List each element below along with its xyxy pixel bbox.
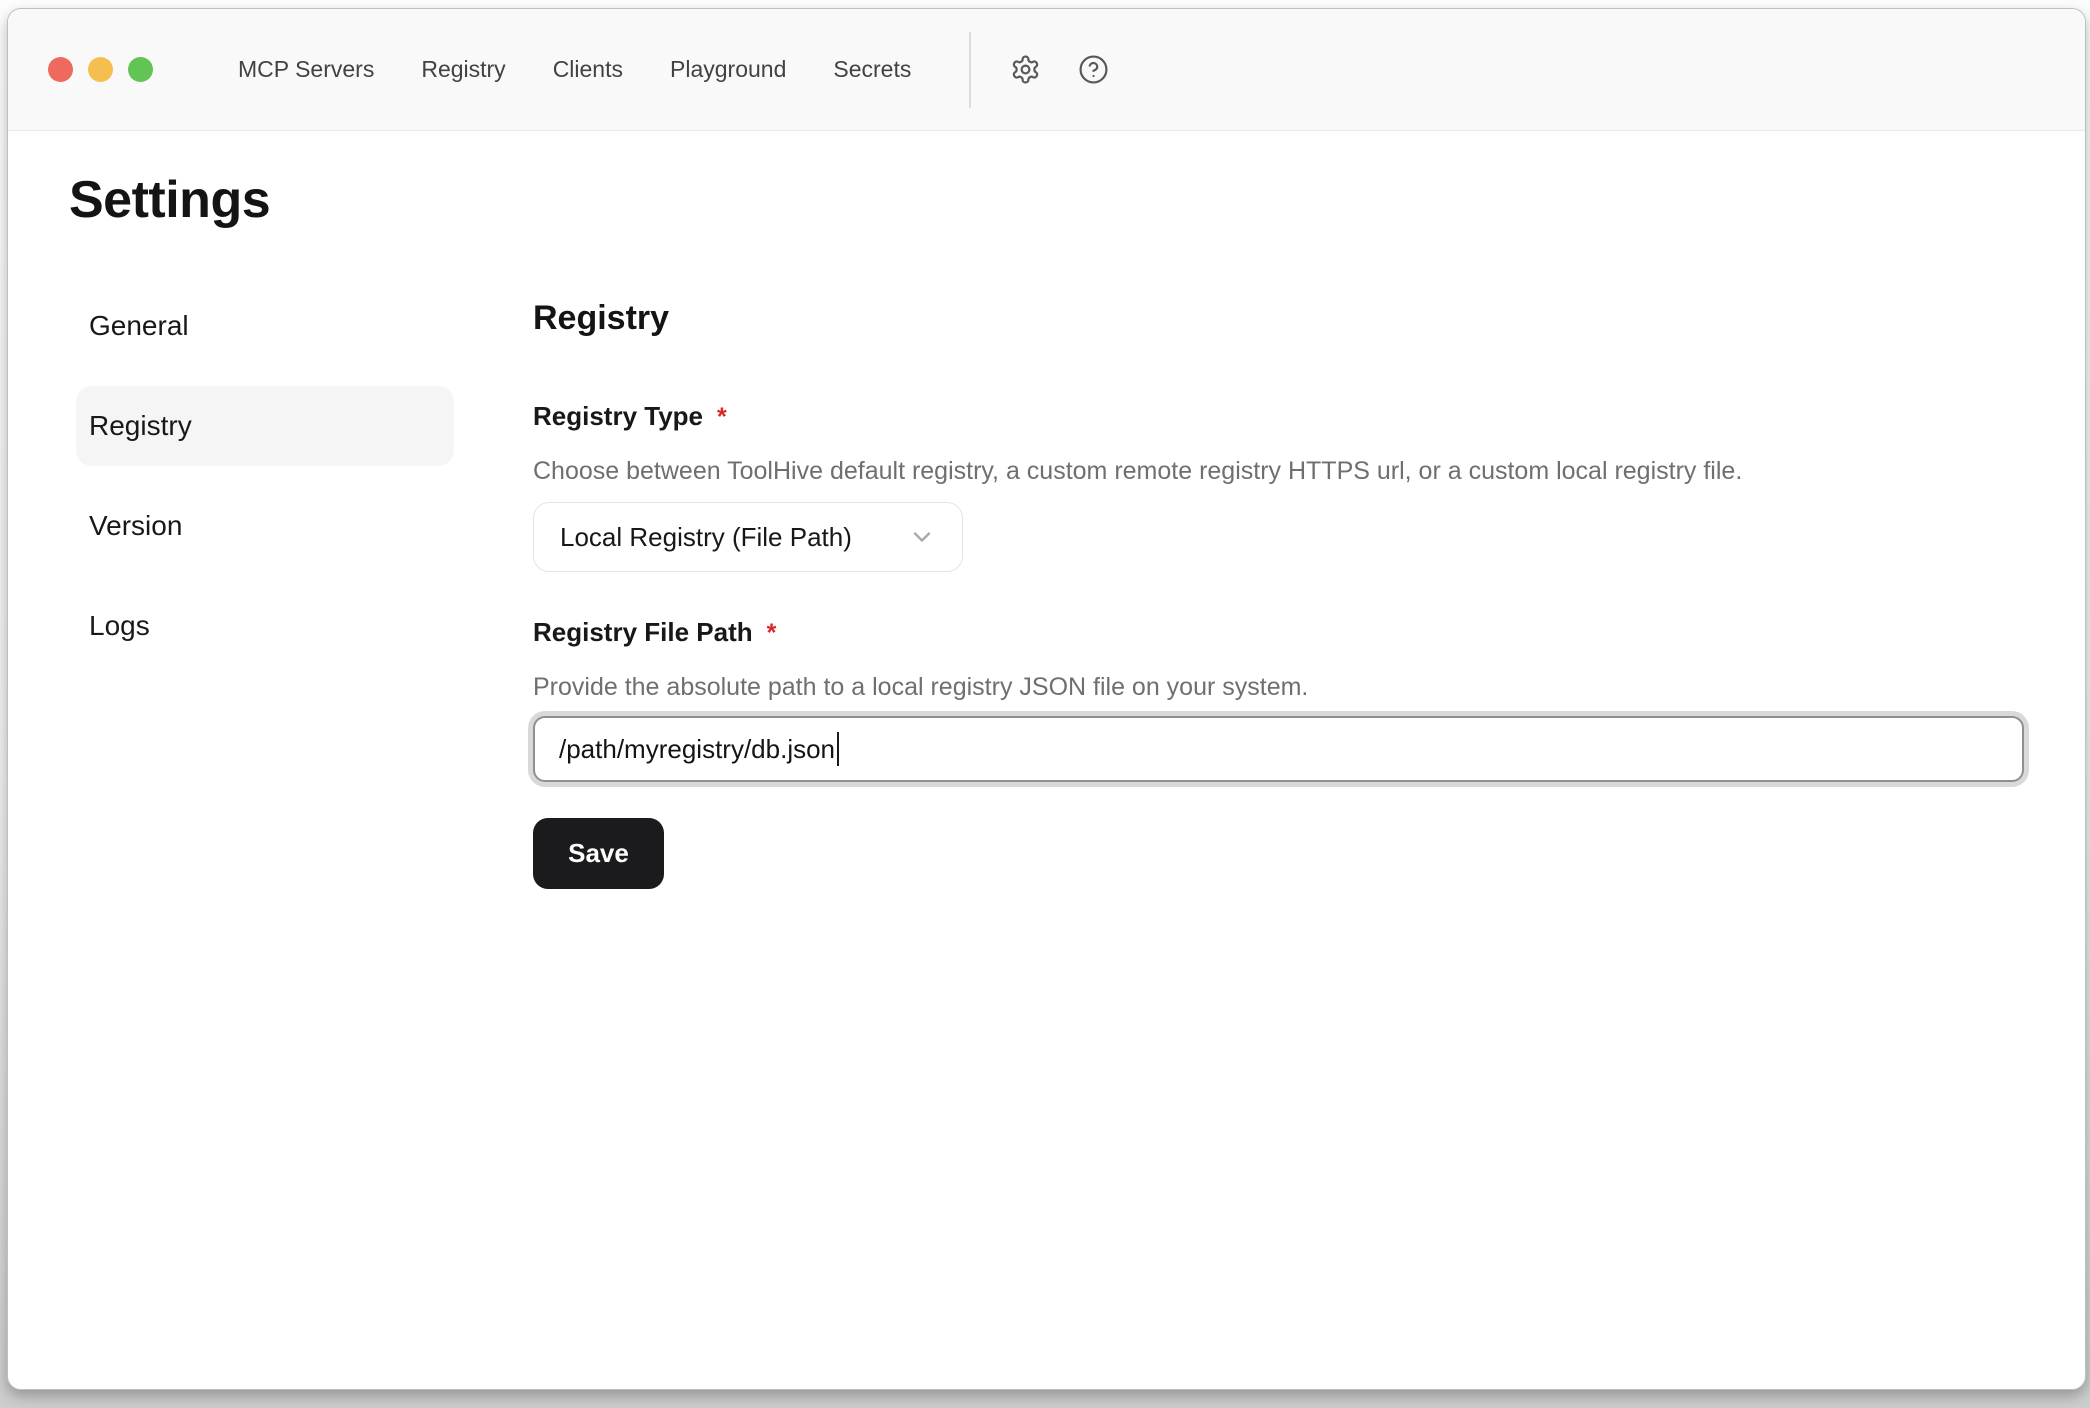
settings-page: Settings General Registry Version Logs R…	[8, 131, 2085, 1389]
close-button[interactable]	[48, 57, 73, 82]
nav-item-mcp-servers[interactable]: MCP Servers	[238, 56, 374, 83]
page-title: Settings	[69, 171, 2029, 229]
help-button[interactable]	[1071, 48, 1115, 92]
chevron-down-icon	[888, 523, 936, 551]
required-asterisk: *	[717, 402, 727, 432]
titlebar: MCP Servers Registry Clients Playground …	[8, 9, 2085, 131]
sidebar-item-label: Version	[89, 510, 182, 542]
nav-item-secrets[interactable]: Secrets	[833, 56, 911, 83]
registry-file-path-label-row: Registry File Path *	[533, 617, 2024, 648]
traffic-lights	[48, 57, 153, 82]
main-nav: MCP Servers Registry Clients Playground …	[238, 56, 911, 83]
nav-item-playground[interactable]: Playground	[670, 56, 786, 83]
minimize-button[interactable]	[88, 57, 113, 82]
registry-type-description: Choose between ToolHive default registry…	[533, 456, 2024, 486]
zoom-button[interactable]	[128, 57, 153, 82]
save-button[interactable]: Save	[533, 818, 664, 889]
registry-type-selected-value: Local Registry (File Path)	[560, 522, 852, 553]
nav-item-clients[interactable]: Clients	[553, 56, 623, 83]
text-cursor	[837, 732, 839, 766]
registry-type-select[interactable]: Local Registry (File Path)	[533, 502, 963, 572]
sidebar-item-registry[interactable]: Registry	[76, 386, 454, 466]
sidebar-item-label: General	[89, 310, 189, 342]
registry-file-path-description: Provide the absolute path to a local reg…	[533, 672, 2024, 702]
sidebar-item-logs[interactable]: Logs	[76, 586, 454, 666]
settings-button[interactable]	[1003, 48, 1047, 92]
section-title: Registry	[533, 298, 2024, 338]
settings-sidebar: General Registry Version Logs	[76, 286, 454, 666]
required-asterisk: *	[767, 618, 777, 648]
gear-icon	[1010, 54, 1041, 85]
registry-file-path-label: Registry File Path	[533, 617, 753, 647]
sidebar-item-version[interactable]: Version	[76, 486, 454, 566]
registry-settings-panel: Registry Registry Type * Choose between …	[533, 298, 2024, 889]
registry-type-label-row: Registry Type *	[533, 401, 2024, 432]
nav-item-registry[interactable]: Registry	[421, 56, 505, 83]
titlebar-divider	[969, 32, 971, 108]
registry-file-path-input[interactable]: /path/myregistry/db.json	[533, 716, 2024, 782]
registry-type-label: Registry Type	[533, 401, 703, 431]
app-window: MCP Servers Registry Clients Playground …	[7, 8, 2086, 1390]
sidebar-item-label: Logs	[89, 610, 150, 642]
registry-file-path-value: /path/myregistry/db.json	[559, 734, 835, 765]
sidebar-item-label: Registry	[89, 410, 192, 442]
sidebar-item-general[interactable]: General	[76, 286, 454, 366]
help-icon	[1078, 54, 1109, 85]
